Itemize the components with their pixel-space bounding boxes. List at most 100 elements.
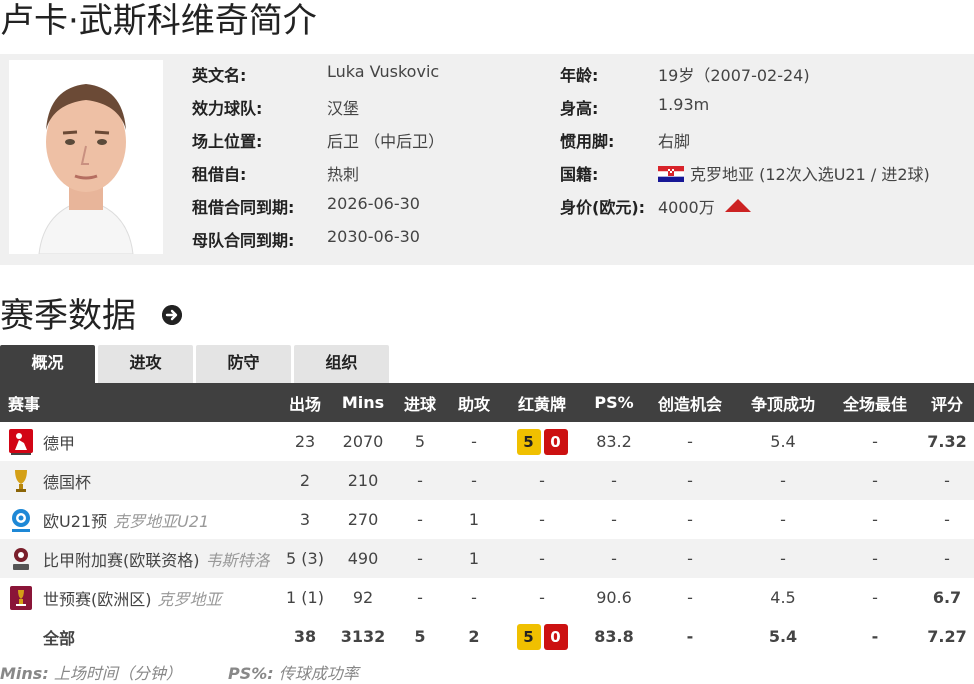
dfb-pokal-logo-icon bbox=[15, 469, 27, 492]
arrow-right-circle-icon[interactable] bbox=[162, 305, 182, 325]
bundesliga-logo-icon bbox=[9, 428, 33, 455]
header-assists: 助攻 bbox=[448, 383, 500, 422]
croatia-flag-icon bbox=[658, 166, 684, 182]
age-value: 19岁（2007-02-24) bbox=[658, 66, 810, 85]
position-label: 场上位置: bbox=[192, 132, 263, 151]
header-chances: 创造机会 bbox=[644, 383, 736, 422]
footnote: Mins: 上场时间（分钟） PS%: 传球成功率 bbox=[0, 660, 359, 684]
loan-from-label: 租借自: bbox=[192, 165, 247, 184]
chances-cell: - bbox=[687, 432, 693, 451]
tab-overview[interactable]: 概况 bbox=[0, 345, 95, 383]
pass-pct-cell: - bbox=[584, 461, 644, 500]
mins-cell: 92 bbox=[352, 588, 374, 607]
table-total-row: 全部 38 3132 5 2 50 83.8 - 5.4 - 7.27 bbox=[0, 617, 974, 656]
total-rating: 7.27 bbox=[927, 627, 967, 646]
apps-cell: 1 (1) bbox=[286, 588, 324, 607]
header-apps: 出场 bbox=[276, 383, 334, 422]
header-cards: 红黄牌 bbox=[500, 383, 584, 422]
rating-cell: - bbox=[920, 461, 974, 500]
header-motm: 全场最佳 bbox=[830, 383, 920, 422]
nationality-text: 克罗地亚 (12次入选U21 / 进2球) bbox=[690, 165, 930, 184]
aerial-cell: 4.5 bbox=[770, 588, 796, 607]
cards-cell: - bbox=[539, 588, 545, 607]
cards-cell: - bbox=[539, 510, 545, 529]
apps-cell: 3 bbox=[299, 510, 311, 529]
chances-cell: - bbox=[644, 461, 736, 500]
team-note: 克罗地亚 bbox=[157, 589, 222, 609]
assists-cell: 1 bbox=[448, 539, 500, 578]
ps-desc: 传球成功率 bbox=[278, 664, 359, 683]
competition-name[interactable]: 比甲附加赛(欧联资格) bbox=[43, 547, 200, 571]
motm-cell: - bbox=[872, 588, 878, 607]
competition-name[interactable]: 世预赛(欧洲区) bbox=[43, 586, 152, 610]
assists-cell: - bbox=[448, 461, 500, 500]
profile-box: 英文名: Luka Vuskovic 效力球队: 汉堡 场上位置: 后卫 （中后… bbox=[0, 54, 974, 265]
motm-cell: - bbox=[830, 539, 920, 578]
ps-key: PS%: bbox=[228, 664, 274, 683]
page-title: 卢卡·武斯科维奇简介 bbox=[0, 1, 317, 41]
loan-from-value: 热刺 bbox=[327, 165, 360, 184]
rating-cell: 7.32 bbox=[927, 432, 967, 451]
jupiler-league-logo-icon bbox=[13, 547, 29, 570]
age-label: 年龄: bbox=[560, 66, 599, 85]
table-row[interactable]: 世预赛(欧洲区) 克罗地亚 1 (1) 92 - - - 90.6 - 4.5 -… bbox=[0, 578, 974, 617]
goals-cell: - bbox=[417, 510, 423, 529]
world-cup-qualifier-logo-icon bbox=[10, 585, 32, 610]
tab-attack[interactable]: 进攻 bbox=[98, 345, 193, 383]
loan-expiry-value: 2026-06-30 bbox=[327, 194, 420, 213]
header-aerial: 争顶成功 bbox=[736, 383, 830, 422]
header-competition: 赛事 bbox=[0, 383, 276, 422]
red-card-badge: 0 bbox=[543, 428, 568, 455]
tab-defense[interactable]: 防守 bbox=[196, 345, 291, 383]
club-label: 效力球队: bbox=[192, 99, 263, 118]
pass-pct-cell: - bbox=[611, 510, 617, 529]
goals-cell: 5 bbox=[414, 432, 426, 451]
total-label: 全部 bbox=[43, 628, 76, 648]
mins-cell: 2070 bbox=[342, 432, 384, 451]
position-value: 后卫 （中后卫） bbox=[327, 132, 445, 151]
total-motm: - bbox=[871, 627, 879, 646]
table-row[interactable]: 欧U21预 克罗地亚U21 3 270 - 1 - - - - - - bbox=[0, 500, 974, 539]
table-row[interactable]: 德甲 23 2070 5 - 50 83.2 - 5.4 - 7.32 bbox=[0, 422, 974, 461]
team-note: 克罗地亚U21 bbox=[113, 511, 210, 531]
table-row[interactable]: 比甲附加赛(欧联资格) 韦斯特洛 5 (3) 490 - 1 - - - - - … bbox=[0, 539, 974, 578]
competition-name[interactable]: 欧U21预 bbox=[43, 508, 107, 532]
motm-cell: - bbox=[872, 432, 878, 451]
assists-cell: 1 bbox=[468, 510, 480, 529]
header-pass-pct: PS% bbox=[584, 383, 644, 422]
apps-cell: 2 bbox=[276, 461, 334, 500]
motm-cell: - bbox=[872, 510, 878, 529]
uefa-u21-logo-icon bbox=[12, 508, 30, 532]
pass-pct-cell: 90.6 bbox=[596, 588, 632, 607]
total-assists: 2 bbox=[468, 627, 480, 646]
mins-cell: 270 bbox=[347, 510, 379, 529]
stats-table: 赛事 出场 Mins 进球 助攻 红黄牌 PS% 创造机会 争顶成功 全场最佳 … bbox=[0, 383, 974, 656]
assists-cell: - bbox=[471, 588, 477, 607]
total-cards: 50 bbox=[500, 617, 584, 656]
chances-cell: - bbox=[687, 588, 693, 607]
english-name-label: 英文名: bbox=[192, 66, 247, 85]
tab-organize[interactable]: 组织 bbox=[294, 345, 389, 383]
foot-label: 惯用脚: bbox=[560, 132, 615, 151]
rating-cell: 6.7 bbox=[932, 588, 962, 607]
rating-cell: - bbox=[920, 539, 974, 578]
apps-cell: 23 bbox=[294, 432, 316, 451]
aerial-cell: - bbox=[736, 539, 830, 578]
yellow-card-badge: 5 bbox=[516, 428, 541, 455]
red-card-badge: 0 bbox=[543, 623, 568, 650]
table-row[interactable]: 德国杯 2 210 - - - - - - - - bbox=[0, 461, 974, 500]
goals-cell: - bbox=[392, 461, 448, 500]
pass-pct-cell: 83.2 bbox=[596, 432, 632, 451]
chances-cell: - bbox=[644, 539, 736, 578]
motm-cell: - bbox=[830, 461, 920, 500]
goals-cell: - bbox=[417, 588, 423, 607]
mins-desc: 上场时间（分钟） bbox=[53, 664, 182, 683]
aerial-cell: 5.4 bbox=[770, 432, 796, 451]
header-goals: 进球 bbox=[392, 383, 448, 422]
total-goals: 5 bbox=[414, 627, 426, 646]
competition-name[interactable]: 德甲 bbox=[43, 430, 75, 454]
cards-cell: - bbox=[500, 461, 584, 500]
competition-name[interactable]: 德国杯 bbox=[43, 469, 91, 493]
height-label: 身高: bbox=[560, 99, 599, 118]
header-mins: Mins bbox=[334, 383, 392, 422]
